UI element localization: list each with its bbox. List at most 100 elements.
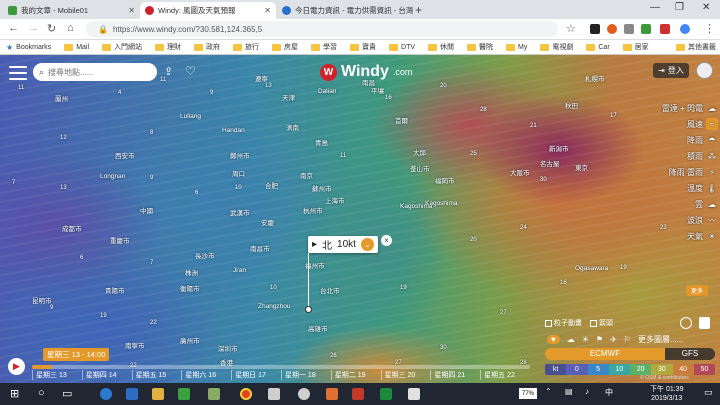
extension-icon[interactable] bbox=[641, 24, 651, 34]
close-tab-icon[interactable]: ✕ bbox=[128, 6, 135, 15]
favorite-heart-icon[interactable]: ♡ bbox=[185, 64, 196, 78]
file-explorer-icon[interactable] bbox=[152, 388, 164, 400]
day-label[interactable]: 星期三 13 bbox=[32, 370, 82, 380]
map-city-label[interactable]: 台北市 bbox=[320, 285, 340, 295]
map-city-label[interactable]: 札幌市 bbox=[585, 73, 605, 83]
chrome-menu-icon[interactable]: ⋮ bbox=[704, 22, 715, 35]
app-icon[interactable] bbox=[178, 388, 190, 400]
layer-rain[interactable]: 降雨 ☂ bbox=[648, 132, 720, 148]
system-clock[interactable]: 下午 01:39 2019/3/13 bbox=[650, 385, 683, 403]
layer-waves[interactable]: 波浪〰 bbox=[648, 212, 720, 228]
model-gfs[interactable]: GFS bbox=[665, 348, 715, 360]
new-tab-button[interactable]: + bbox=[415, 3, 422, 17]
layer-weather[interactable]: 天氣 ☀ bbox=[648, 228, 720, 244]
bookmark-folder[interactable]: My bbox=[506, 43, 527, 51]
app-icon[interactable] bbox=[208, 388, 220, 400]
day-label[interactable]: 星期四 21 bbox=[430, 370, 480, 380]
map-city-label[interactable]: 廣州市 bbox=[180, 335, 200, 345]
current-time-label[interactable]: 星期三 13 - 14:00 bbox=[43, 348, 110, 361]
close-window-icon[interactable]: ✕ bbox=[702, 2, 710, 13]
map-city-label[interactable]: 蘇州市 bbox=[312, 183, 332, 193]
avatar[interactable] bbox=[696, 62, 713, 79]
map-city-label[interactable]: 名古屋 bbox=[540, 158, 560, 168]
map-city-label[interactable]: 青島 bbox=[315, 137, 328, 147]
map-city-label[interactable]: Handan bbox=[222, 127, 245, 134]
play-button[interactable]: ▶ bbox=[8, 358, 25, 375]
layer-thunder[interactable]: 降雨 雷雨 ⚡ bbox=[648, 164, 720, 180]
plane-icon[interactable]: ✈ bbox=[610, 335, 617, 344]
search-icon[interactable]: ○ bbox=[38, 387, 45, 399]
extension-icon[interactable] bbox=[660, 24, 670, 34]
app-icon[interactable] bbox=[298, 388, 310, 400]
map-city-label[interactable]: 高雄市 bbox=[308, 323, 328, 333]
day-label[interactable]: 星期六 16 bbox=[181, 370, 231, 380]
day-label[interactable]: 星期五 22 bbox=[480, 370, 530, 380]
map-city-label[interactable]: 貴陽市 bbox=[105, 285, 125, 295]
timeline-track[interactable] bbox=[32, 365, 530, 369]
flag-icon[interactable]: ⚑ bbox=[596, 335, 603, 344]
day-label[interactable]: 星期二 19 bbox=[330, 370, 381, 380]
wind-legend[interactable]: kt 0 5 10 20 30 40 50 bbox=[545, 364, 715, 375]
map-city-label[interactable]: 重慶市 bbox=[110, 235, 130, 245]
tray-icon[interactable]: ⌃ bbox=[545, 387, 552, 396]
mail-icon[interactable] bbox=[268, 388, 280, 400]
app-icon[interactable] bbox=[408, 388, 420, 400]
bookmark-folder[interactable]: Car bbox=[586, 43, 610, 51]
day-label[interactable]: 星期一 18 bbox=[280, 370, 331, 380]
volume-icon[interactable]: ♪ bbox=[585, 387, 589, 396]
more-layers-button[interactable]: 更多 bbox=[686, 285, 708, 296]
layer-radar[interactable]: 雷達 + 閃電 ☁ bbox=[648, 100, 720, 116]
more-layers-link[interactable]: 更多圖層...... bbox=[638, 334, 683, 345]
map-city-label[interactable]: 新潟市 bbox=[549, 143, 569, 153]
windows-start-icon[interactable]: ⊞ bbox=[10, 387, 19, 400]
layer-accumulation[interactable]: 積雨 ⁂ bbox=[648, 148, 720, 164]
map-city-label[interactable]: 東京 bbox=[575, 162, 588, 172]
language-icon[interactable]: 中 bbox=[605, 387, 613, 398]
map-city-label[interactable]: 濟南 bbox=[286, 122, 299, 132]
map-city-label[interactable]: 昆明市 bbox=[32, 295, 52, 305]
bookmark-folder[interactable]: 醫院 bbox=[467, 42, 493, 52]
map-city-label[interactable]: 秋田 bbox=[565, 100, 578, 110]
day-label[interactable]: 星期三 20 bbox=[380, 370, 431, 380]
zoom-search-icon[interactable] bbox=[680, 317, 692, 329]
map-city-label[interactable]: 蘭州 bbox=[55, 93, 68, 103]
bookmarks-button[interactable]: ★ Bookmarks bbox=[6, 43, 51, 52]
extension-icon[interactable] bbox=[680, 24, 690, 34]
bookmark-folder[interactable]: DTV bbox=[389, 43, 415, 51]
forward-icon[interactable]: → bbox=[28, 22, 39, 34]
bookmark-folder[interactable]: 電視劇 bbox=[540, 42, 573, 52]
other-bookmarks[interactable]: 其他書籤 bbox=[676, 42, 716, 52]
app-icon[interactable] bbox=[326, 388, 338, 400]
map-city-label[interactable]: 長沙市 bbox=[195, 250, 215, 260]
map-city-label[interactable]: 杭州市 bbox=[303, 205, 323, 215]
day-label[interactable]: 星期四 14 bbox=[81, 370, 132, 380]
extension-icon[interactable] bbox=[607, 24, 617, 34]
hamburger-menu-icon[interactable] bbox=[9, 66, 27, 80]
network-icon[interactable]: ▤ bbox=[565, 387, 573, 396]
share-icon[interactable]: ⇪ bbox=[164, 65, 173, 78]
map-city-label[interactable]: 大邱 bbox=[413, 147, 426, 157]
bookmark-folder[interactable]: 寶貴 bbox=[350, 42, 376, 52]
map-city-label[interactable]: Luliang bbox=[180, 113, 201, 120]
day-label[interactable]: 星期日 17 bbox=[231, 370, 281, 380]
map-city-label[interactable]: 周口 bbox=[232, 168, 245, 178]
map-city-label[interactable]: 大阪市 bbox=[510, 167, 530, 177]
layer-temperature[interactable]: 溫度 🌡 bbox=[648, 180, 720, 196]
tab-windy[interactable]: Windy: 風圖及天氣預報 ✕ bbox=[140, 2, 276, 19]
bookmark-folder[interactable]: 入門網站 bbox=[102, 42, 142, 52]
pin-close-button[interactable]: × bbox=[381, 235, 392, 246]
task-view-icon[interactable]: ▭ bbox=[62, 387, 72, 400]
edge-icon[interactable] bbox=[100, 388, 112, 400]
map-city-label[interactable]: 成都市 bbox=[62, 223, 82, 233]
particles-toggle[interactable]: 粒子動畫 bbox=[545, 318, 582, 328]
close-tab-icon[interactable]: ✕ bbox=[264, 6, 271, 15]
star-icon[interactable]: ☆ bbox=[566, 22, 576, 35]
wind-pin-popup[interactable]: ▸ 北 10kt ⌄ bbox=[308, 236, 378, 253]
map-city-label[interactable]: 南昌市 bbox=[250, 243, 270, 253]
map-city-label[interactable]: 天津 bbox=[282, 92, 295, 102]
bookmark-folder[interactable]: 房屋 bbox=[272, 42, 298, 52]
tab-power-info[interactable]: 今日電力資訊 - 電力供需資訊 - 台灣 ✕ bbox=[277, 2, 413, 19]
map-city-label[interactable]: 衡陽市 bbox=[180, 283, 200, 293]
map-city-label[interactable]: Ogasawara bbox=[575, 265, 608, 272]
app-icon[interactable] bbox=[380, 388, 392, 400]
